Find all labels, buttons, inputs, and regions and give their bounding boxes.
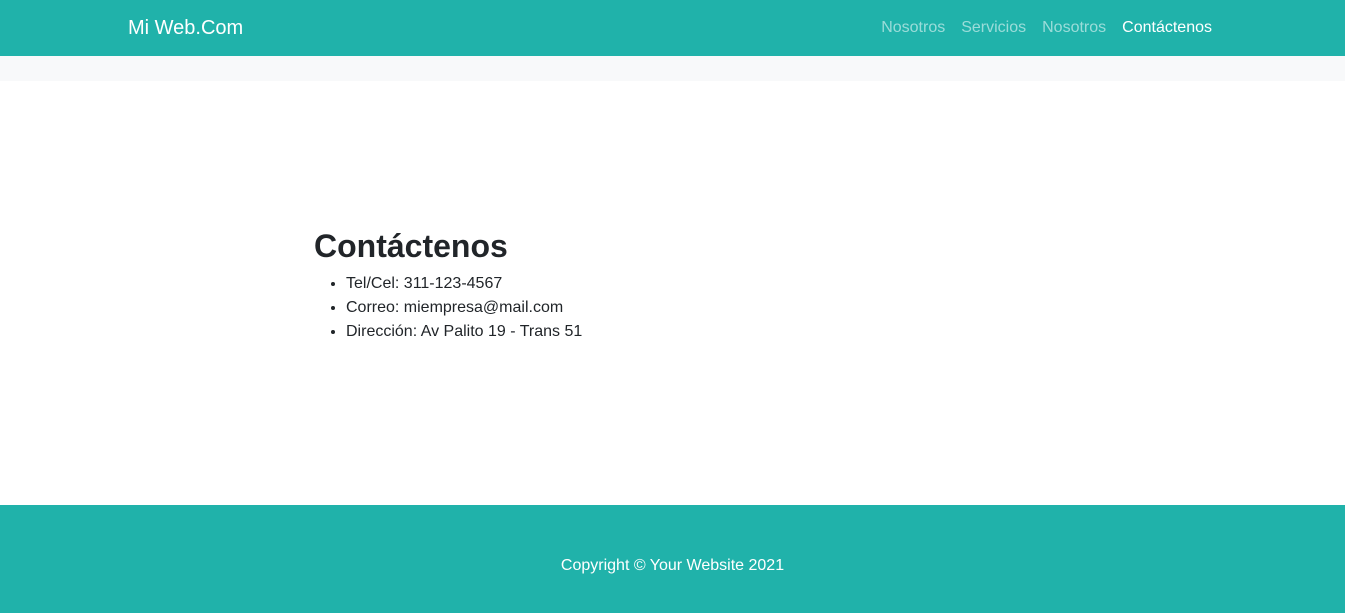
nav-link-nosotros[interactable]: Nosotros <box>881 18 945 38</box>
nav-links: Nosotros Servicios Nosotros Contáctenos <box>881 18 1212 38</box>
contact-item-address: Dirección: Av Palito 19 - Trans 51 <box>346 320 582 344</box>
footer: Copyright © Your Website 2021 <box>0 505 1345 613</box>
contact-item-email: Correo: miempresa@mail.com <box>346 296 582 320</box>
sub-header-strip <box>0 56 1345 81</box>
contact-item-phone: Tel/Cel: 311-123-4567 <box>346 272 582 296</box>
brand-link[interactable]: Mi Web.Com <box>128 16 243 40</box>
contact-list: Tel/Cel: 311-123-4567 Correo: miempresa@… <box>314 272 582 344</box>
copyright-text: Copyright © Your Website 2021 <box>560 557 785 574</box>
nav-link-contactenos[interactable]: Contáctenos <box>1122 18 1212 38</box>
page-title: Contáctenos <box>314 228 508 264</box>
navbar: Mi Web.Com Nosotros Servicios Nosotros C… <box>0 0 1345 56</box>
nav-link-servicios[interactable]: Servicios <box>961 18 1026 38</box>
nav-link-nosotros-2[interactable]: Nosotros <box>1042 18 1106 38</box>
contact-section: Contáctenos Tel/Cel: 311-123-4567 Correo… <box>314 224 582 344</box>
